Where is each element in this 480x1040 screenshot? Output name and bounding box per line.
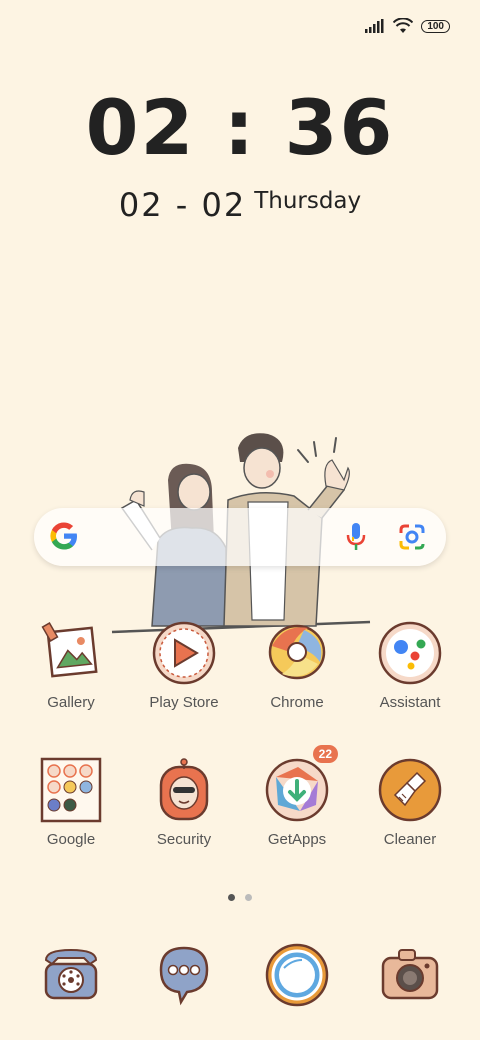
camera-icon (377, 942, 443, 1008)
battery-indicator: 100 (421, 19, 450, 33)
app-label: GetApps (267, 831, 327, 848)
cleaner-icon (377, 757, 443, 823)
google-g-icon (50, 522, 77, 550)
google-search-bar[interactable] (34, 508, 446, 566)
date-widget[interactable]: 02 - 02 Thursday (0, 186, 480, 224)
dock-messages[interactable] (128, 942, 240, 1008)
google-folder-icon (38, 757, 104, 823)
dock-phone[interactable] (15, 942, 127, 1008)
app-chrome[interactable]: Chrome (241, 620, 353, 711)
app-assistant[interactable]: Assistant (354, 620, 466, 711)
browser-icon (264, 942, 330, 1008)
app-label: Gallery (47, 694, 95, 711)
security-icon (151, 757, 217, 823)
folder-google[interactable]: Google (15, 757, 127, 848)
mic-icon[interactable] (346, 522, 366, 552)
app-security[interactable]: Security (128, 757, 240, 848)
clock-day: Thursday (254, 188, 362, 214)
page-indicator[interactable] (0, 894, 480, 901)
assistant-icon (377, 620, 443, 686)
app-cleaner[interactable]: Cleaner (354, 757, 466, 848)
status-bar: 100 (365, 18, 450, 34)
clock-widget[interactable]: 02 : 36 (0, 90, 480, 166)
app-label: Security (156, 831, 212, 848)
chrome-icon (264, 620, 330, 686)
notification-badge: 22 (312, 745, 338, 763)
app-getapps[interactable]: 22 GetApps (241, 745, 353, 848)
dock-camera[interactable] (354, 942, 466, 1008)
clock-date: 02 - 02 (118, 186, 247, 224)
app-label: Assistant (379, 694, 441, 711)
app-play-store[interactable]: Play Store (128, 620, 240, 711)
app-label: Chrome (270, 694, 324, 711)
app-gallery[interactable]: Gallery (15, 620, 127, 711)
messages-icon (151, 942, 217, 1008)
app-label: Google (46, 831, 96, 848)
wifi-icon (393, 18, 414, 33)
getapps-icon: 22 (264, 745, 338, 823)
page-dot-1[interactable] (228, 894, 235, 901)
clock-time: 02 : 36 (85, 83, 395, 172)
app-label: Play Store (149, 694, 219, 711)
signal-icon (365, 19, 384, 33)
gallery-icon (38, 620, 104, 686)
page-dot-2[interactable] (245, 894, 252, 901)
google-lens-icon[interactable] (398, 523, 426, 551)
phone-icon (38, 942, 104, 1008)
dock-browser[interactable] (241, 942, 353, 1008)
app-label: Cleaner (383, 831, 437, 848)
play-store-icon (151, 620, 217, 686)
